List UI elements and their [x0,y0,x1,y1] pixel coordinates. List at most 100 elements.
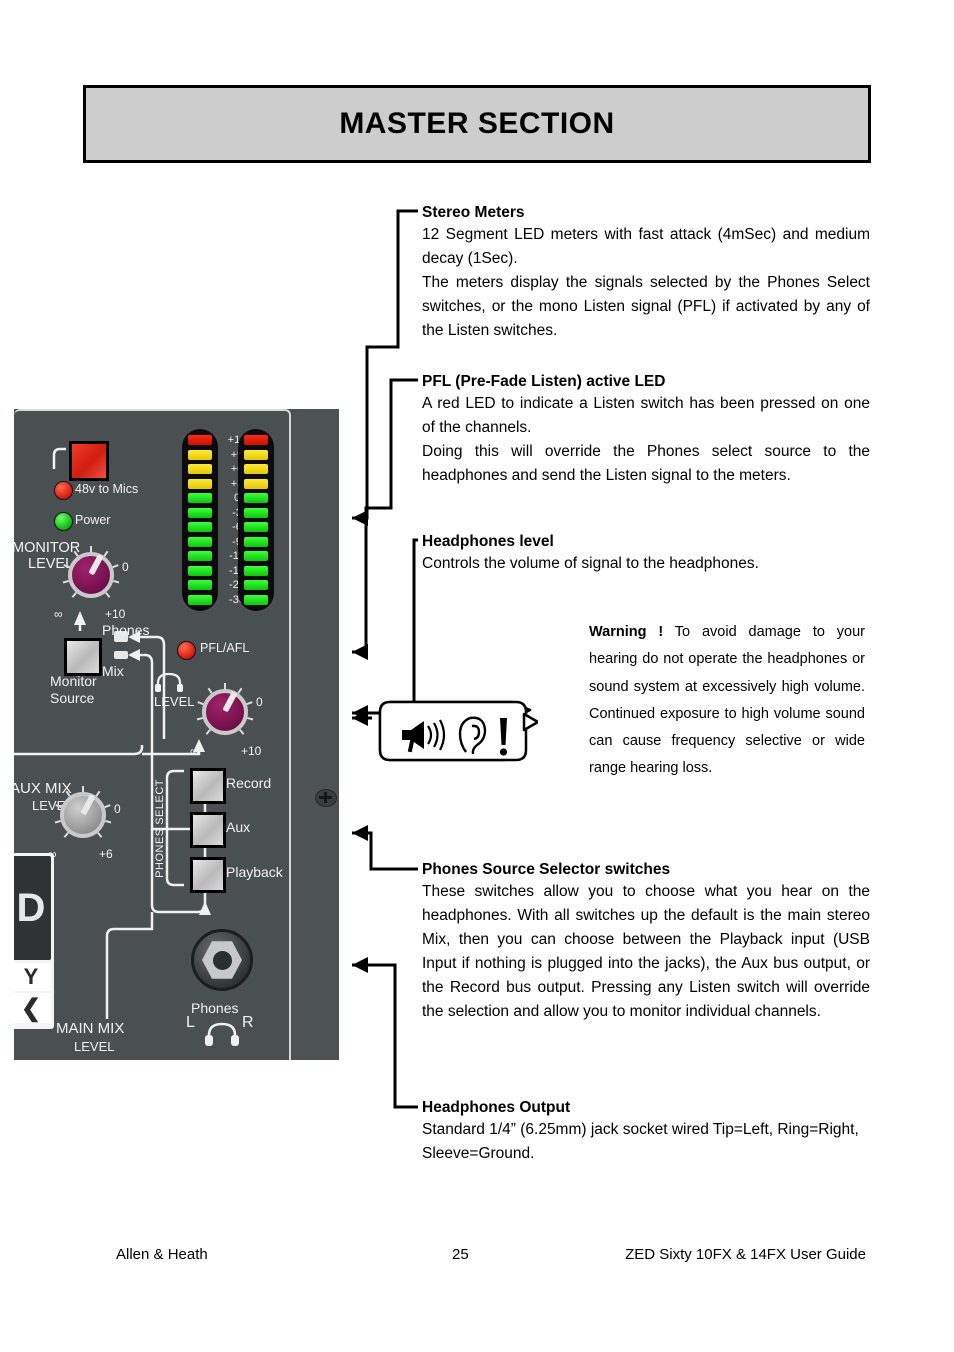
monitor-knob-max-label: +10 [105,607,126,621]
phones-select-vertical-label: PHONES SELECT [154,779,166,878]
meter-right-label: R [242,1014,254,1031]
phones-select-playback-switch[interactable] [190,857,226,893]
phones-route-label: Phones [102,622,150,638]
warning-speech-bubble [378,700,538,762]
stereo-meter-right [238,429,274,611]
stereo-meter-left [182,429,218,611]
meter-segment [244,536,268,547]
meter-segment [188,507,212,518]
callout-heading: Headphones level [422,533,554,550]
warning-title: Warning ! [589,624,664,640]
panel-signal-wiring [14,447,211,1019]
phones-select-aux-switch[interactable] [190,812,226,848]
meter-segment [188,565,212,576]
phones-select-playback-label: Playback [226,864,283,880]
hp-knob-zero-label: 0 [256,695,263,709]
switch-cap [193,860,223,890]
jack-hole [212,950,232,970]
callout-paragraph: Doing this will override the Phones sele… [422,443,870,485]
meter-segment [244,435,268,445]
meter-segment [188,594,212,605]
meter-segment [244,507,268,518]
headphones-level-knob[interactable]: ∞ 0 +10 [190,681,263,758]
headphones-icon [155,672,183,692]
meter-segment [244,464,268,475]
switch-cap [67,641,99,673]
hp-knob-min-label: ∞ [190,744,199,758]
phones-select-record-label: Record [226,775,272,791]
knob-body [202,689,248,735]
warning-body: To avoid damage to your hearing do not o… [589,624,865,777]
pfl-afl-label: PFL/AFL [200,641,250,655]
phantom-power-label: 48v to Mics [75,482,139,496]
main-mix-label-line1: MAIN MIX [56,1020,125,1037]
power-led [54,512,73,531]
monitor-source-label-line1: Monitor [50,673,97,689]
meter-segment [188,478,212,489]
jack-hex-nut [202,941,242,979]
callout-paragraph: 12 Segment LED meters with fast attack (… [422,226,870,268]
power-label: Power [75,513,111,527]
callout-pfl-active-led: PFL (Pre-Fade Listen) active LED A red L… [422,372,870,488]
mixer-master-section-photo: 48v to Mics Power MONITOR LEVEL ∞ 0 +10 … [14,409,339,1060]
headphones-level-label: LEVEL [154,694,195,709]
meter-segment [244,580,268,591]
meter-segment [188,449,212,460]
meter-segment [244,478,268,489]
meter-segment [244,449,268,460]
meter-segment [188,493,212,504]
callout-heading: Phones Source Selector switches [422,861,671,878]
callout-paragraph: Standard 1/4” (6.25mm) jack socket wired… [422,1121,859,1163]
callout-paragraph: The meters display the signals selected … [422,274,870,340]
footer-guide-title: ZED Sixty 10FX & 14FX User Guide [625,1246,866,1263]
callout-heading: Stereo Meters [422,204,525,221]
logo-glyph-y: Y [14,963,51,991]
monitor-source-switch[interactable] [64,638,102,676]
callout-headphones-output: Headphones Output Standard 1/4” (6.25mm)… [422,1098,870,1166]
phones-output-jack[interactable] [191,929,253,991]
monitor-level-knob[interactable]: ∞ 0 +10 [54,544,129,621]
aux-knob-max-label: +6 [99,847,113,861]
meter-segment [244,565,268,576]
mix-route-label: Mix [102,663,124,679]
callout-paragraph: A red LED to indicate a Listen switch ha… [422,395,870,437]
callout-phones-source-selector: Phones Source Selector switches These sw… [422,860,870,1024]
monitor-source-label-line2: Source [50,690,95,706]
meter-left-label: L [186,1014,195,1031]
meter-segment [188,435,212,445]
callout-paragraph: These switches allow you to choose what … [422,883,870,1021]
page-title: MASTER SECTION [339,107,615,140]
fader-cap: D [14,856,51,960]
callout-paragraph: Controls the volume of signal to the hea… [422,555,759,573]
meter-segment [188,522,212,533]
phones-select-record-switch[interactable] [190,768,226,804]
switch-cap [193,815,223,845]
meter-segment [188,536,212,547]
switch-cap [72,444,106,478]
main-mix-fader-strip[interactable]: D Y ❮ [14,853,54,1029]
monitor-knob-zero-label: 0 [122,560,129,574]
phones-jack-label: Phones [191,1000,239,1016]
footer-company: Allen & Heath [116,1246,208,1263]
meter-segment [188,580,212,591]
headphones-icon [205,1022,239,1046]
meter-segment [244,493,268,504]
knob-body [68,552,114,598]
callout-stereo-meters: Stereo Meters 12 Segment LED meters with… [422,203,870,343]
callout-headphones-level: Headphones level Controls the volume of … [422,532,870,576]
phantom-power-switch[interactable] [69,441,109,481]
meter-segment [244,594,268,605]
page-title-banner: MASTER SECTION [83,85,871,163]
switch-cap [193,771,223,801]
meter-segment [244,551,268,562]
meter-segment [244,522,268,533]
logo-glyph-chevron: ❮ [14,993,51,1023]
pfl-afl-led [177,641,196,660]
page-footer: Allen & Heath 25 ZED Sixty 10FX & 14FX U… [0,1246,954,1270]
aux-knob-zero-label: 0 [114,802,121,816]
meter-segment [188,551,212,562]
footer-page-number: 25 [452,1246,469,1263]
aux-mix-level-knob[interactable]: ∞ 0 +6 [48,784,121,861]
callout-heading: PFL (Pre-Fade Listen) active LED [422,373,666,390]
hp-knob-max-label: +10 [241,744,262,758]
